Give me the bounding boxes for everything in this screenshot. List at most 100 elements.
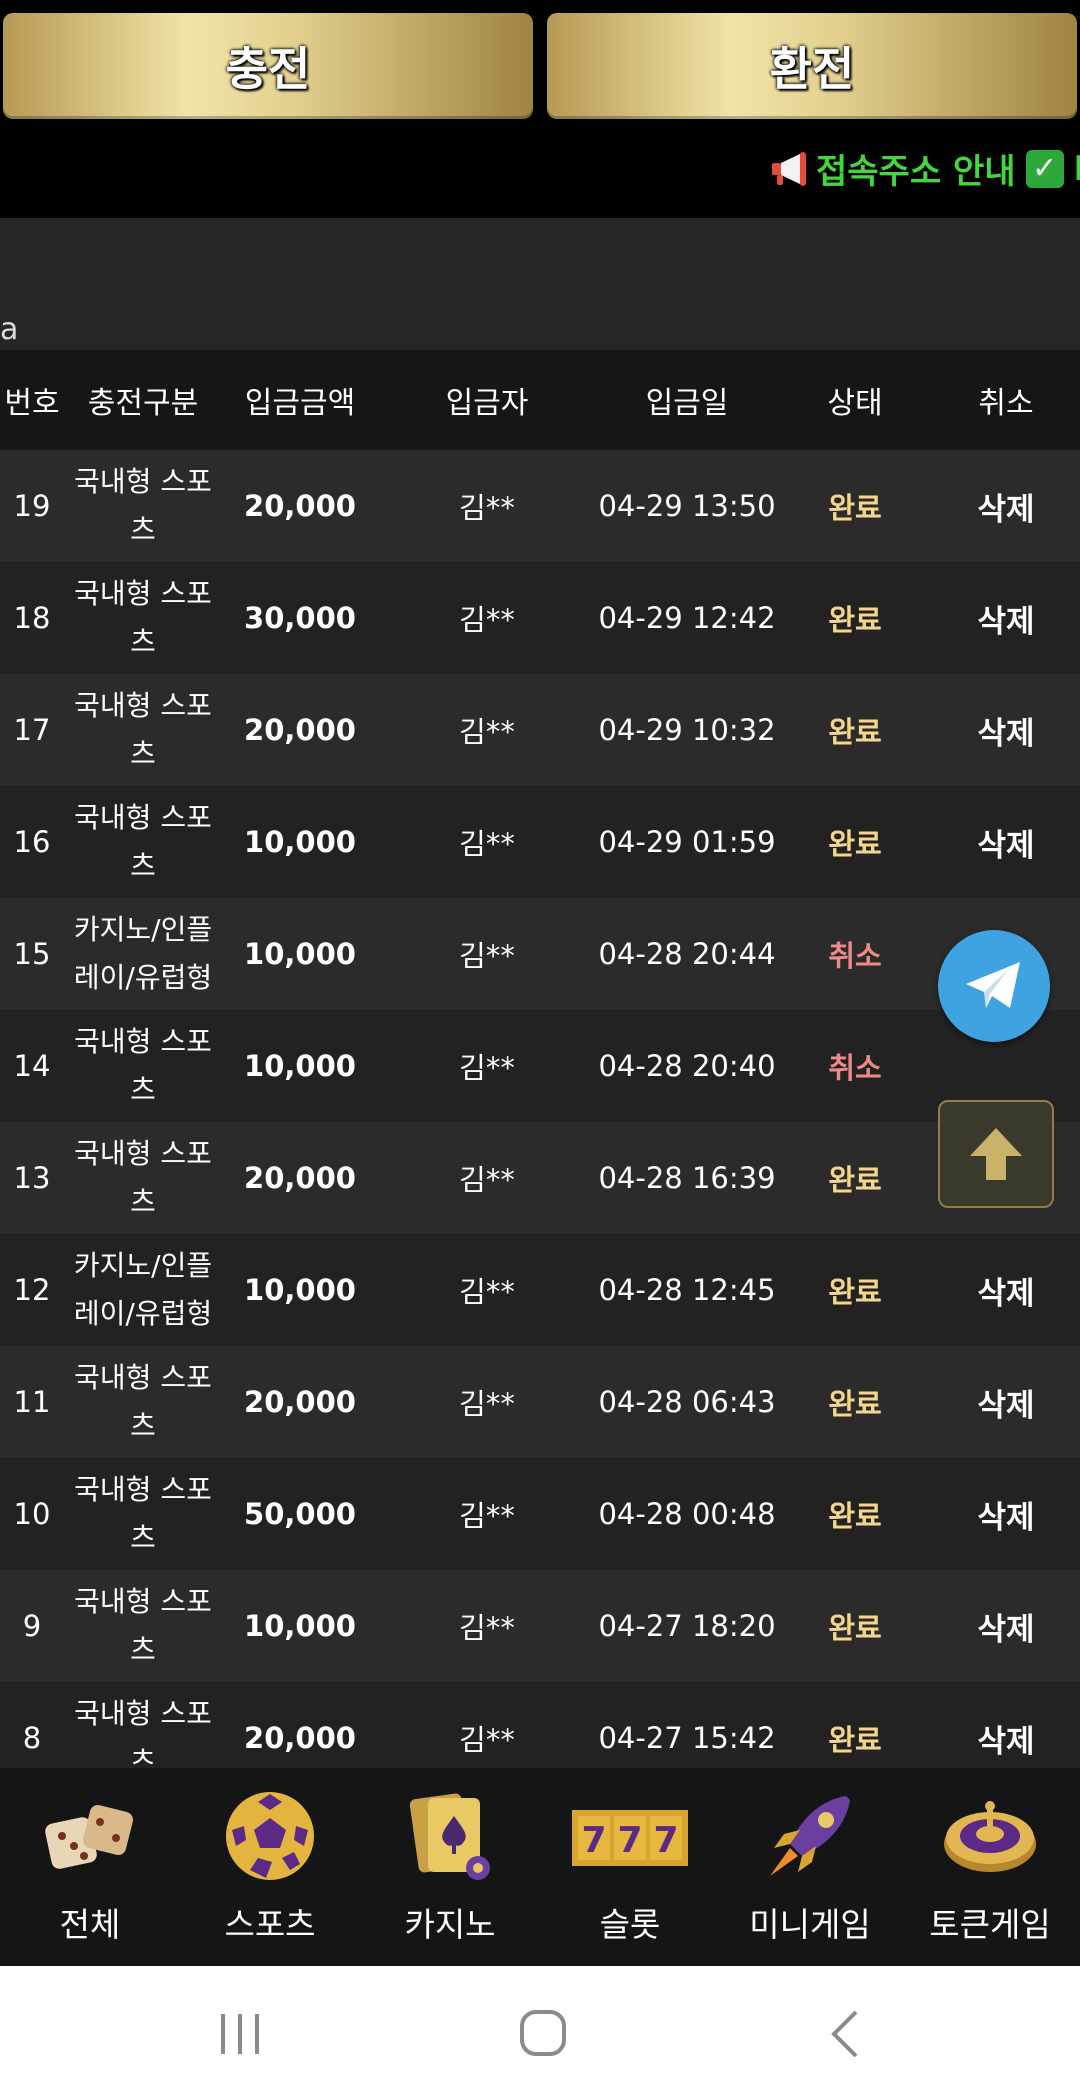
row-status: 완료 [778, 1570, 932, 1682]
deposit-button[interactable]: 충전 [3, 13, 533, 119]
nav-item-minigame[interactable]: 미니게임 [720, 1768, 900, 1966]
nav-label-minigame: 미니게임 [749, 1905, 871, 1944]
row-amount: 10,000 [222, 786, 378, 898]
row-number: 18 [0, 562, 64, 674]
row-depositor: 김** [378, 450, 596, 562]
nav-item-token-game[interactable]: 토큰게임 [900, 1768, 1080, 1966]
row-number: 17 [0, 674, 64, 786]
row-date: 04-28 20:44 [596, 898, 778, 1010]
row-amount: 50,000 [222, 1458, 378, 1570]
row-status: 완료 [778, 1682, 932, 1768]
row-charge-type: 국내형 스포츠 [64, 1682, 222, 1768]
row-number: 11 [0, 1346, 64, 1458]
recent-apps-icon[interactable] [215, 2010, 265, 2058]
row-status: 완료 [778, 786, 932, 898]
row-date: 04-29 13:50 [596, 450, 778, 562]
header-status: 상태 [778, 350, 932, 450]
header-charge-type: 충전구분 [64, 350, 222, 450]
row-amount: 10,000 [222, 1234, 378, 1346]
row-date: 04-29 12:42 [596, 562, 778, 674]
row-charge-type: 국내형 스포츠 [64, 1346, 222, 1458]
row-depositor: 김** [378, 898, 596, 1010]
notice-text[interactable]: 접속주소 안내 [816, 144, 1016, 193]
header-date: 입금일 [596, 350, 778, 450]
nav-label-sports: 스포츠 [224, 1905, 316, 1944]
row-cancel-button[interactable]: 삭제 [932, 1346, 1080, 1458]
row-charge-type: 국내형 스포츠 [64, 1010, 222, 1122]
deposit-history-table: 번호 충전구분 입금금액 입금자 입금일 상태 취소 19 국내형 스포츠 20,0… [0, 350, 1080, 1768]
telegram-icon [966, 962, 1020, 1008]
table-row: 19 국내형 스포츠 20,000 김** 04-29 13:50 완료 삭제 [0, 450, 1080, 562]
megaphone-icon [772, 151, 806, 186]
row-status: 완료 [778, 1458, 932, 1570]
row-cancel-button[interactable]: 삭제 [932, 1458, 1080, 1570]
table-row: 18 국내형 스포츠 30,000 김** 04-29 12:42 완료 삭제 [0, 562, 1080, 674]
system-navigation-bar [0, 1966, 1080, 2100]
row-cancel-button[interactable]: 삭제 [932, 1234, 1080, 1346]
notice-content: 접속주소 안내 ✓ L [770, 144, 1080, 193]
header-depositor: 입금자 [378, 350, 596, 450]
telegram-button[interactable] [938, 930, 1050, 1042]
row-depositor: 김** [378, 674, 596, 786]
back-icon[interactable] [826, 2008, 866, 2060]
nav-label-slot: 슬롯 [599, 1905, 661, 1944]
row-status: 완료 [778, 562, 932, 674]
row-amount: 30,000 [222, 562, 378, 674]
row-number: 12 [0, 1234, 64, 1346]
svg-text:7: 7 [581, 1820, 606, 1861]
withdraw-button[interactable]: 환전 [547, 13, 1077, 119]
nav-item-sports[interactable]: 스포츠 [180, 1768, 360, 1966]
home-icon[interactable] [518, 2008, 568, 2058]
row-charge-type: 국내형 스포츠 [64, 786, 222, 898]
nav-label-token-game: 토큰게임 [929, 1905, 1051, 1944]
section-label: a [0, 312, 19, 347]
row-amount: 20,000 [222, 1682, 378, 1768]
row-number: 15 [0, 898, 64, 1010]
nav-item-slot[interactable]: 7 7 7 슬롯 [540, 1768, 720, 1966]
row-date: 04-28 06:43 [596, 1346, 778, 1458]
table-row: 17 국내형 스포츠 20,000 김** 04-29 10:32 완료 삭제 [0, 674, 1080, 786]
row-charge-type: 국내형 스포츠 [64, 1458, 222, 1570]
header-number: 번호 [0, 350, 64, 450]
row-cancel-button[interactable]: 삭제 [932, 674, 1080, 786]
table-row: 14 국내형 스포츠 10,000 김** 04-28 20:40 취소 [0, 1010, 1080, 1122]
notice-trailing-text: L [1074, 149, 1080, 189]
deposit-history-table-container: 번호 충전구분 입금금액 입금자 입금일 상태 취소 19 국내형 스포츠 20,0… [0, 350, 1080, 1768]
dice-icon [45, 1805, 133, 1869]
rocket-icon [770, 1796, 850, 1876]
header-amount: 입금금액 [222, 350, 378, 450]
row-number: 13 [0, 1122, 64, 1234]
row-cancel-button[interactable]: 삭제 [932, 786, 1080, 898]
row-depositor: 김** [378, 1682, 596, 1768]
table-row: 11 국내형 스포츠 20,000 김** 04-28 06:43 완료 삭제 [0, 1346, 1080, 1458]
row-date: 04-29 10:32 [596, 674, 778, 786]
slot-777-icon: 7 7 7 [572, 1810, 688, 1866]
row-amount: 20,000 [222, 674, 378, 786]
table-row: 10 국내형 스포츠 50,000 김** 04-28 00:48 완료 삭제 [0, 1458, 1080, 1570]
table-row: 12 카지노/인플레이/유럽형 10,000 김** 04-28 12:45 완료 삭제 [0, 1234, 1080, 1346]
scroll-to-top-button[interactable] [938, 1100, 1054, 1208]
row-cancel-button[interactable]: 삭제 [932, 450, 1080, 562]
svg-text:7: 7 [653, 1820, 678, 1861]
row-amount: 20,000 [222, 1122, 378, 1234]
row-charge-type: 국내형 스포츠 [64, 1570, 222, 1682]
row-status: 취소 [778, 1010, 932, 1122]
row-depositor: 김** [378, 1346, 596, 1458]
check-mark-icon: ✓ [1025, 149, 1064, 188]
row-number: 19 [0, 450, 64, 562]
row-depositor: 김** [378, 1122, 596, 1234]
row-number: 9 [0, 1570, 64, 1682]
nav-item-all[interactable]: 전체 [0, 1768, 180, 1966]
row-status: 완료 [778, 674, 932, 786]
row-depositor: 김** [378, 1234, 596, 1346]
soccer-ball-icon [226, 1792, 314, 1880]
nav-item-casino[interactable]: 카지노 [360, 1768, 540, 1966]
nav-label-all: 전체 [59, 1905, 121, 1944]
row-cancel-button[interactable]: 삭제 [932, 1682, 1080, 1768]
row-charge-type: 국내형 스포츠 [64, 450, 222, 562]
row-cancel-button[interactable]: 삭제 [932, 1570, 1080, 1682]
row-date: 04-27 18:20 [596, 1570, 778, 1682]
arrow-up-icon [970, 1128, 1022, 1180]
row-cancel-button[interactable]: 삭제 [932, 562, 1080, 674]
row-depositor: 김** [378, 1458, 596, 1570]
